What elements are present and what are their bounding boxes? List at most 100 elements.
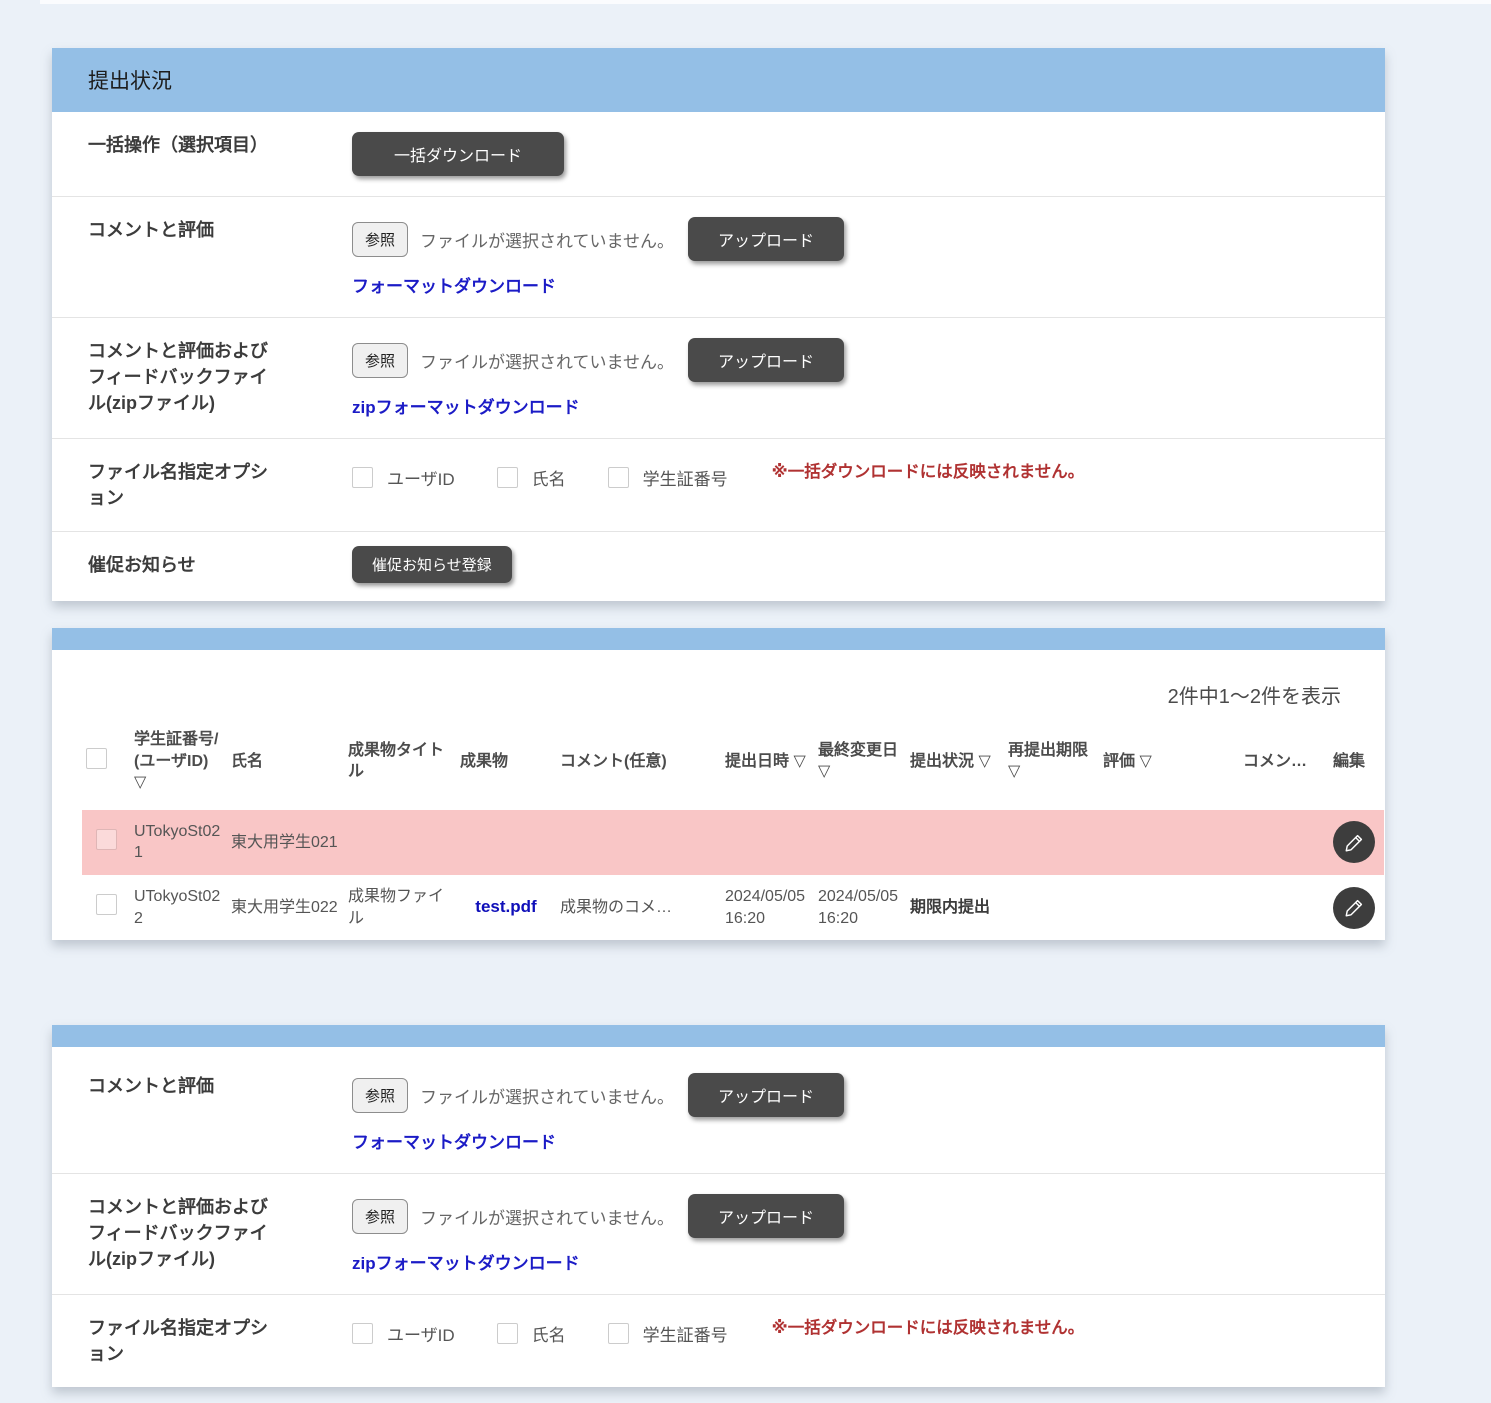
header-name: 氏名 — [227, 713, 344, 810]
upload-button[interactable]: アップロード — [688, 1073, 844, 1117]
browse-button[interactable]: 参照 — [352, 343, 408, 378]
page-title: 提出状況 — [88, 65, 172, 95]
result-count-text: 2件中1～2件を表示 — [52, 650, 1385, 709]
header-comment2: コメン… — [1239, 713, 1329, 810]
header-submitted-at[interactable]: 提出日時 ▽ — [721, 713, 814, 810]
zip-format-download-link[interactable]: zipフォーマットダウンロード — [352, 393, 580, 418]
cell-artifact-title — [344, 810, 456, 875]
comment-feedback-zip-row: コメントと評価およびフィードバックファイル(zipファイル) 参照 ファイルが選… — [52, 1173, 1385, 1294]
header-status[interactable]: 提出状況 ▽ — [906, 713, 1004, 810]
panel-top-bar — [52, 1025, 1385, 1047]
submission-panel-header: 提出状況 — [52, 48, 1385, 112]
cell-student-id: UTokyoSt021 — [130, 810, 227, 875]
cell-submitted-at: 2024/05/05 16:20 — [721, 875, 814, 940]
header-modified-at[interactable]: 最終変更日 ▽ — [814, 713, 906, 810]
top-strip — [40, 0, 1491, 4]
cell-status — [906, 810, 1004, 875]
table-header-row: 学生証番号/(ユーザID) ▽ 氏名 成果物タイトル 成果物 コメント(任意) … — [82, 713, 1384, 810]
submission-list-panel: 2件中1～2件を表示 学生証番号/(ユーザID) ▽ 氏名 成果物タイトル 成果… — [52, 628, 1385, 940]
browse-button[interactable]: 参照 — [352, 1199, 408, 1234]
file-status-text: ファイルが選択されていません。 — [420, 348, 674, 373]
cell-comment: 成果物のコメ… — [556, 875, 721, 940]
upload-button[interactable]: アップロード — [688, 338, 844, 382]
format-download-link[interactable]: フォーマットダウンロード — [352, 272, 556, 297]
row-checkbox[interactable] — [96, 829, 117, 850]
cell-evaluation — [1099, 810, 1239, 875]
cell-modified-at: 2024/05/05 16:20 — [814, 875, 906, 940]
cell-resubmit-deadline — [1004, 875, 1099, 940]
header-comment: コメント(任意) — [556, 713, 721, 810]
header-artifact: 成果物 — [456, 713, 556, 810]
comment-feedback-zip-row: コメントと評価およびフィードバックファイル(zipファイル) 参照 ファイルが選… — [52, 317, 1385, 438]
student-id-checkbox[interactable] — [608, 467, 629, 488]
reminder-register-button[interactable]: 催促お知らせ登録 — [352, 546, 512, 583]
select-all-checkbox[interactable] — [86, 748, 107, 769]
bulk-operation-row: 一括操作（選択項目） 一括ダウンロード — [52, 112, 1385, 196]
header-resubmit-deadline[interactable]: 再提出期限 ▽ — [1004, 713, 1099, 810]
edit-pencil-icon — [1343, 896, 1366, 919]
file-status-text: ファイルが選択されていません。 — [420, 1204, 674, 1229]
bulk-download-note: ※一括ダウンロードには反映されません。 — [772, 458, 1085, 482]
cell-submitted-at — [721, 810, 814, 875]
filename-option-label: ファイル名指定オプション — [88, 1315, 280, 1367]
upload-button[interactable]: アップロード — [688, 217, 844, 261]
cell-comment2 — [1239, 810, 1329, 875]
filename-option-row: ファイル名指定オプション ユーザID 氏名 学生証番号 ※一括ダウンロードには反… — [52, 438, 1385, 531]
cell-comment — [556, 810, 721, 875]
file-status-text: ファイルが選択されていません。 — [420, 227, 674, 252]
table-row: UTokyoSt022 東大用学生022 成果物ファイル test.pdf 成果… — [82, 875, 1384, 940]
comment-feedback-zip-label: コメントと評価およびフィードバックファイル(zipファイル) — [88, 1194, 280, 1272]
comment-evaluation-label: コメントと評価 — [88, 217, 280, 243]
panel-top-bar — [52, 628, 1385, 650]
cell-artifact-title: 成果物ファイル — [344, 875, 456, 940]
cell-resubmit-deadline — [1004, 810, 1099, 875]
format-download-link[interactable]: フォーマットダウンロード — [352, 1128, 556, 1153]
cell-name: 東大用学生022 — [227, 875, 344, 940]
zip-format-download-link[interactable]: zipフォーマットダウンロード — [352, 1249, 580, 1274]
filename-option-label: ファイル名指定オプション — [88, 459, 280, 511]
student-id-checkbox[interactable] — [608, 1323, 629, 1344]
cell-evaluation — [1099, 875, 1239, 940]
cell-modified-at — [814, 810, 906, 875]
submission-table: 学生証番号/(ユーザID) ▽ 氏名 成果物タイトル 成果物 コメント(任意) … — [82, 713, 1384, 940]
header-edit: 編集 — [1329, 713, 1384, 810]
edit-button[interactable] — [1333, 887, 1375, 929]
user-id-checkbox[interactable] — [352, 467, 373, 488]
bulk-download-button[interactable]: 一括ダウンロード — [352, 132, 564, 176]
upload-button[interactable]: アップロード — [688, 1194, 844, 1238]
user-id-option-label: ユーザID — [387, 1321, 455, 1346]
bottom-form-panel: コメントと評価 参照 ファイルが選択されていません。 アップロード フォーマット… — [52, 1025, 1385, 1387]
row-checkbox[interactable] — [96, 894, 117, 915]
bulk-download-note: ※一括ダウンロードには反映されません。 — [772, 1314, 1085, 1338]
cell-name: 東大用学生021 — [227, 810, 344, 875]
browse-button[interactable]: 参照 — [352, 222, 408, 257]
browse-button[interactable]: 参照 — [352, 1078, 408, 1113]
name-checkbox[interactable] — [497, 1323, 518, 1344]
header-student-id[interactable]: 学生証番号/(ユーザID) ▽ — [130, 713, 227, 810]
bulk-operation-label: 一括操作（選択項目） — [88, 132, 280, 158]
comment-evaluation-label: コメントと評価 — [88, 1073, 280, 1099]
filename-option-row: ファイル名指定オプション ユーザID 氏名 学生証番号 ※一括ダウンロードには反… — [52, 1294, 1385, 1387]
reminder-label: 催促お知らせ — [88, 546, 280, 578]
comment-feedback-zip-label: コメントと評価およびフィードバックファイル(zipファイル) — [88, 338, 280, 416]
header-evaluation[interactable]: 評価 ▽ — [1099, 713, 1239, 810]
user-id-checkbox[interactable] — [352, 1323, 373, 1344]
cell-comment2 — [1239, 875, 1329, 940]
comment-evaluation-row: コメントと評価 参照 ファイルが選択されていません。 アップロード フォーマット… — [52, 196, 1385, 317]
table-row: UTokyoSt021 東大用学生021 — [82, 810, 1384, 875]
reminder-row: 催促お知らせ 催促お知らせ登録 — [52, 531, 1385, 601]
comment-evaluation-row: コメントと評価 参照 ファイルが選択されていません。 アップロード フォーマット… — [52, 1047, 1385, 1173]
edit-pencil-icon — [1343, 831, 1366, 854]
student-id-option-label: 学生証番号 — [643, 465, 728, 490]
cell-student-id: UTokyoSt022 — [130, 875, 227, 940]
artifact-file-link[interactable]: test.pdf — [475, 897, 536, 916]
cell-artifact — [456, 810, 556, 875]
user-id-option-label: ユーザID — [387, 465, 455, 490]
cell-status: 期限内提出 — [910, 899, 990, 916]
name-option-label: 氏名 — [532, 465, 566, 490]
name-option-label: 氏名 — [532, 1321, 566, 1346]
edit-button[interactable] — [1333, 821, 1375, 863]
submission-status-panel: 提出状況 一括操作（選択項目） 一括ダウンロード コメントと評価 参照 ファイル… — [52, 48, 1385, 601]
student-id-option-label: 学生証番号 — [643, 1321, 728, 1346]
name-checkbox[interactable] — [497, 467, 518, 488]
